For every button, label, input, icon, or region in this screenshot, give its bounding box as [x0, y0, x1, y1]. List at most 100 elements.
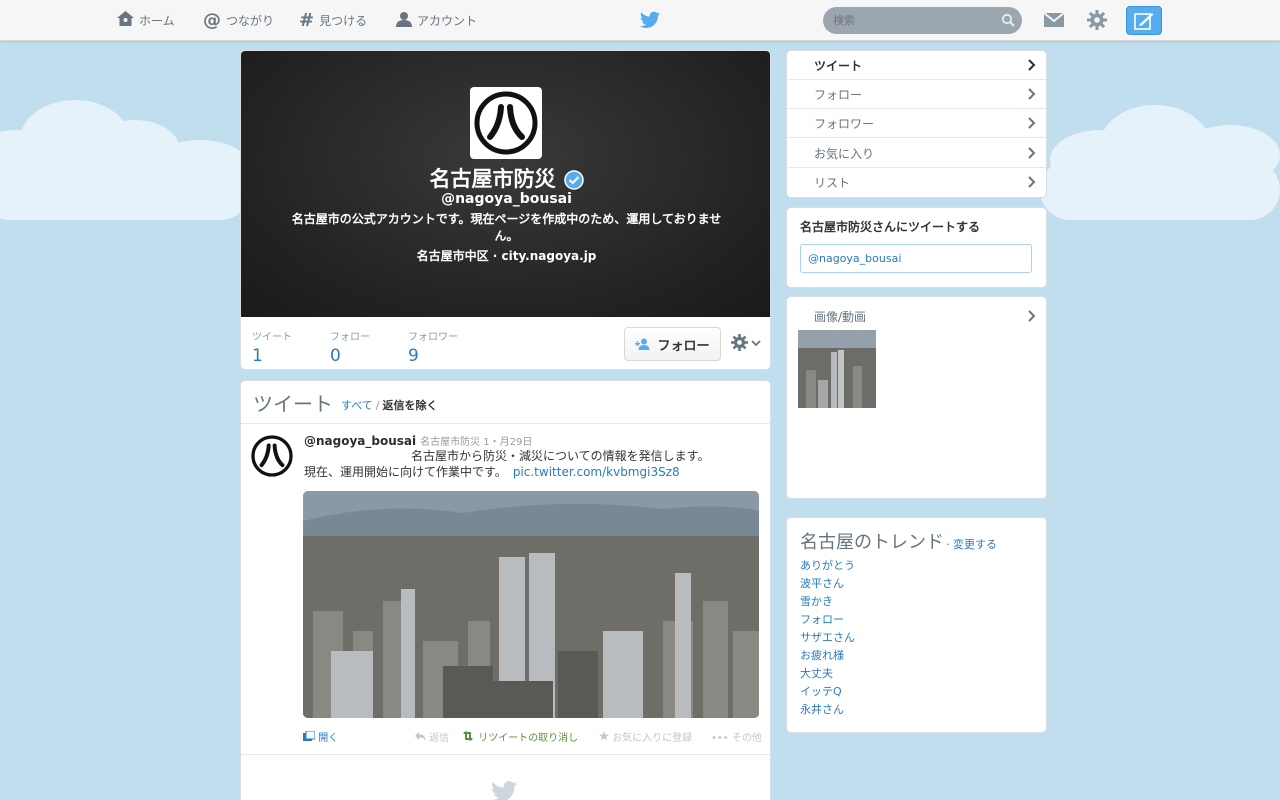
search-icon[interactable] [1001, 13, 1015, 27]
profile-header: 名古屋市防災 @nagoya_bousai 名古屋市の公式アカウントです。現在ペ… [241, 51, 770, 317]
reply-button[interactable]: 返信 [415, 729, 449, 744]
tweet-actions: 開く 返信 リツイートの取り消し お気に入りに登録 ••• その他 [303, 729, 763, 745]
trend-item[interactable]: イッテQ [800, 684, 855, 702]
tweet-avatar[interactable] [251, 435, 293, 477]
profile-bio: 名古屋市の公式アカウントです。現在ページを作成中のため、運用しておりません。 [291, 212, 722, 243]
chevron-right-icon [1028, 59, 1036, 71]
chevron-right-icon [1028, 176, 1036, 188]
profile-card: 名古屋市防災 @nagoya_bousai 名古屋市の公式アカウントです。現在ペ… [240, 50, 771, 370]
trend-item[interactable]: ありがとう [800, 558, 855, 576]
follow-button-label: フォロー [657, 338, 710, 354]
star-icon [599, 731, 609, 741]
trends-list: ありがとう 波平さん 雪かき フォロー サザエさん お疲れ様 大丈夫 イッテQ … [800, 558, 855, 720]
tweet-timeline: ツイート すべて / 返信を除く @nagoya_bousai 名古屋市防災 1・… [240, 380, 771, 800]
profile-nav-tweets[interactable]: ツイート [787, 51, 1046, 80]
filter-no-replies[interactable]: 返信を除く [383, 397, 438, 413]
tweet-text-line2: 現在、運用開始に向けて作業中です。 pic.twitter.com/kvbmgi3… [304, 463, 680, 480]
open-tweet-label: 開く [318, 733, 339, 744]
undo-retweet-label: リツイートの取り消し [478, 733, 579, 744]
top-navigation-bar: ホーム @ つながり # 見つける アカウント [0, 0, 1280, 41]
city-thumbnail-photo [798, 330, 876, 408]
gear-icon [731, 334, 748, 351]
mail-icon[interactable] [1044, 12, 1064, 28]
profile-nav-favorites-label: お気に入り [814, 146, 875, 161]
nav-discover[interactable]: # 見つける [299, 0, 367, 40]
nav-account-label: アカウント [417, 13, 478, 28]
at-icon: @ [203, 9, 221, 31]
stat-following[interactable]: フォロー 0 [330, 328, 370, 366]
stat-followers[interactable]: フォロワー 9 [408, 328, 458, 366]
profile-nav-tweets-label: ツイート [814, 58, 863, 73]
profile-nav-lists[interactable]: リスト [787, 168, 1046, 197]
favorite-label: お気に入りに登録 [612, 733, 693, 744]
profile-avatar[interactable] [470, 87, 542, 159]
more-dots-icon: ••• [711, 733, 729, 744]
chevron-right-icon[interactable] [1028, 310, 1036, 322]
more-button[interactable]: ••• その他 [711, 729, 762, 744]
trend-item[interactable]: 永井さん [800, 702, 855, 720]
timeline-header: ツイート すべて / 返信を除く [241, 381, 770, 424]
chevron-right-icon [1028, 147, 1036, 159]
add-user-icon [635, 338, 650, 350]
trends-title-text: 名古屋のトレンド [800, 532, 944, 553]
nav-discover-label: 見つける [319, 13, 368, 28]
tweet-to-card: 名古屋市防災さんにツイートする [786, 207, 1047, 288]
open-tweet-button[interactable]: 開く [303, 729, 338, 744]
twitter-bird-icon[interactable] [640, 10, 660, 30]
compose-icon [1134, 12, 1154, 30]
tweet-pic-link[interactable]: pic.twitter.com/kvbmgi3Sz8 [513, 465, 680, 479]
nav-home[interactable]: ホーム [117, 0, 175, 40]
trend-item[interactable]: サザエさん [800, 630, 855, 648]
stat-followers-value: 9 [408, 346, 419, 366]
timeline-title: ツイート [253, 391, 333, 416]
profile-nav-favorites[interactable]: お気に入り [787, 139, 1046, 168]
trend-item[interactable]: お疲れ様 [800, 648, 855, 666]
verified-badge-icon [563, 170, 584, 190]
stat-following-label: フォロー [330, 332, 370, 343]
hash-icon: # [299, 9, 315, 31]
profile-nav-following[interactable]: フォロー [787, 80, 1046, 109]
profile-name-text: 名古屋市防災 [429, 167, 556, 191]
follow-button[interactable]: フォロー [624, 327, 721, 361]
profile-nav-lists-label: リスト [814, 176, 851, 190]
media-card: 画像/動画 [786, 296, 1047, 499]
timeline-divider [241, 754, 770, 755]
trend-item[interactable]: 波平さん [800, 576, 855, 594]
media-title[interactable]: 画像/動画 [814, 308, 866, 325]
profile-nav-followers-label: フォロワー [814, 116, 875, 131]
profile-name: 名古屋市防災 [241, 163, 770, 193]
nagoya-seal-logo [251, 435, 293, 477]
profile-nav-followers[interactable]: フォロワー [787, 109, 1046, 138]
media-icon [303, 730, 316, 741]
search-input[interactable] [823, 7, 1022, 34]
reply-icon [415, 732, 426, 741]
media-thumbnail[interactable] [798, 330, 876, 408]
trend-item[interactable]: フォロー [800, 612, 855, 630]
tweet-to-input[interactable] [800, 244, 1032, 273]
more-label: その他 [731, 733, 762, 744]
trends-change-link[interactable]: · 変更する [946, 538, 997, 551]
gear-icon[interactable] [1087, 10, 1107, 30]
nav-connect[interactable]: @ つながり [203, 0, 274, 40]
undo-retweet-button[interactable]: リツイートの取り消し [461, 729, 578, 744]
stat-following-value: 0 [330, 346, 341, 366]
nav-account[interactable]: アカウント [396, 0, 477, 40]
filter-all-link[interactable]: すべて [341, 397, 373, 413]
trend-item[interactable]: 雪かき [800, 594, 855, 612]
user-actions-dropdown[interactable] [731, 334, 761, 351]
profile-location: 名古屋市中区 · city.nagoya.jp [416, 249, 597, 263]
filter-separator: / [375, 398, 380, 412]
profile-handle: @nagoya_bousai [441, 191, 572, 207]
tweet-to-title: 名古屋市防災さんにツイートする [800, 220, 981, 234]
compose-tweet-button[interactable] [1126, 6, 1162, 35]
tweet-media-image[interactable] [303, 491, 759, 718]
reply-label: 返信 [429, 733, 450, 744]
trend-item[interactable]: 大丈夫 [800, 666, 855, 684]
person-icon [396, 11, 412, 30]
tweet-handle[interactable]: @nagoya_bousai [304, 434, 416, 448]
stat-tweets-value: 1 [252, 346, 263, 366]
retweet-icon [463, 731, 473, 741]
stat-tweets[interactable]: ツイート 1 [252, 328, 292, 366]
favorite-button[interactable]: お気に入りに登録 [599, 729, 692, 744]
stat-tweets-label: ツイート [252, 332, 292, 343]
